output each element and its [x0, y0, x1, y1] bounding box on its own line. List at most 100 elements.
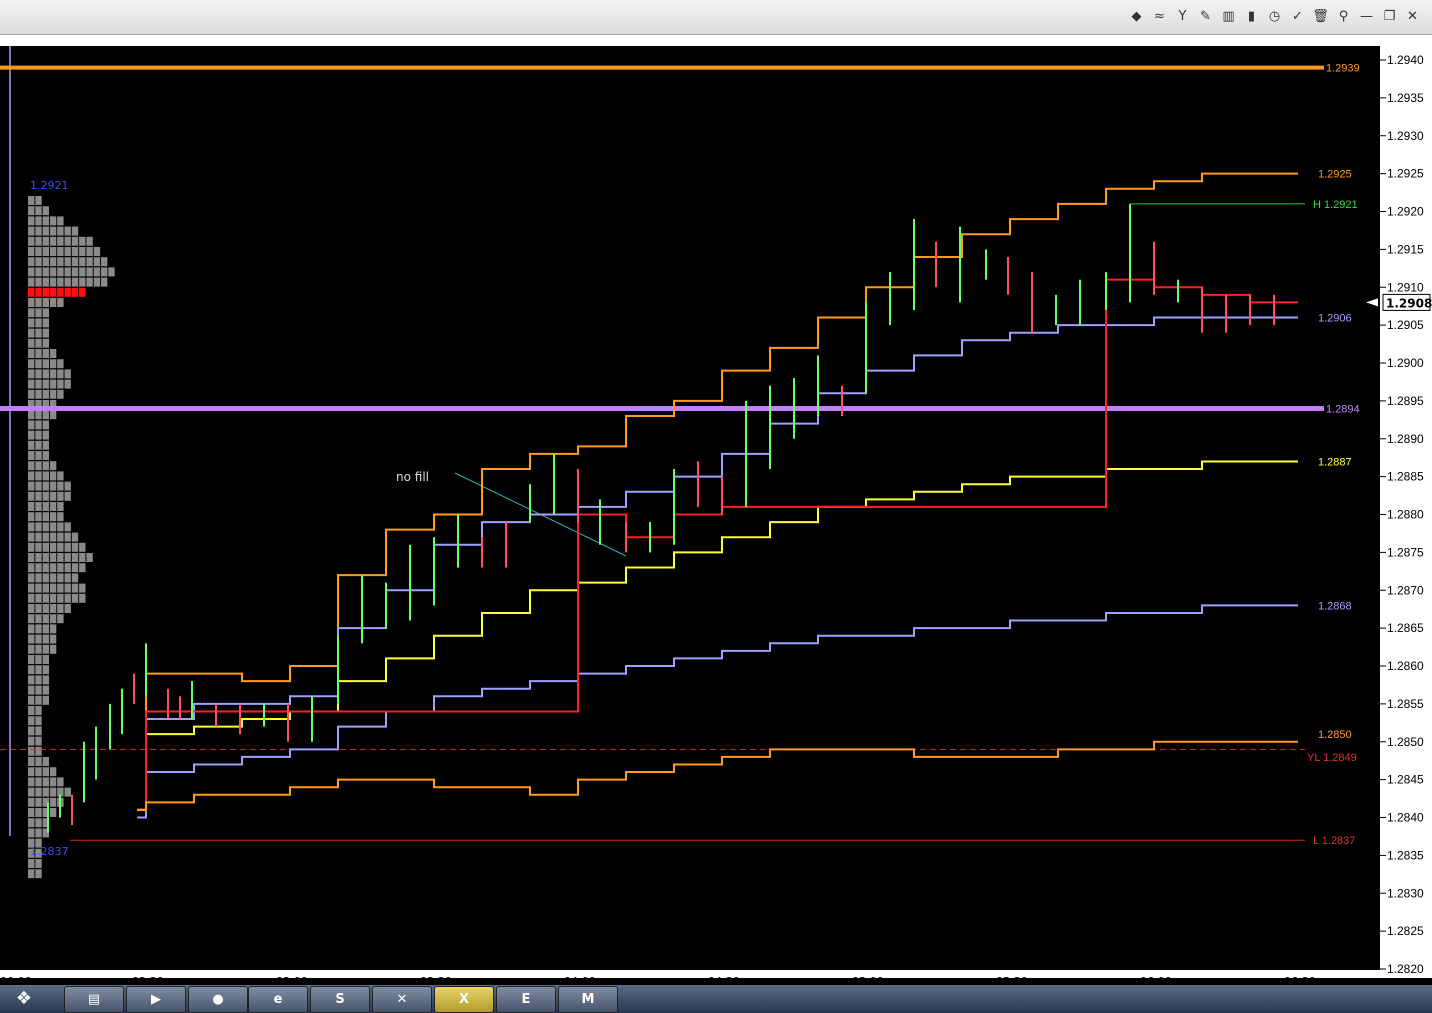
chart-tools-icon[interactable]: ◆: [1127, 7, 1146, 26]
profile-cell: [71, 257, 79, 267]
explorer-taskbar-button[interactable]: ▤: [64, 986, 124, 1013]
profile-cell: [35, 338, 42, 348]
trading-taskbar-button[interactable]: M: [558, 986, 618, 1013]
profile-cell: [28, 481, 35, 491]
profile-cell: [49, 502, 57, 511]
profile-cell: [93, 267, 101, 277]
profile-cell: [49, 512, 57, 522]
profile-cell: [35, 604, 42, 613]
label-lavender-lower: 1.2868: [1318, 600, 1352, 612]
profile-cell: [35, 716, 42, 726]
profile-cell: [79, 593, 86, 603]
profile-cell: [57, 553, 64, 562]
profile-cell: [49, 298, 57, 307]
profile-cell: [57, 277, 64, 287]
pencil-icon[interactable]: ✎: [1196, 7, 1215, 26]
profile-cell: [49, 553, 57, 562]
profile-cell: [57, 267, 64, 277]
profile-cell: [28, 216, 35, 226]
profile-cell: [28, 828, 35, 838]
profile-cell: [35, 593, 42, 603]
profile-cell: [49, 644, 57, 654]
skype-taskbar-button[interactable]: S: [310, 986, 370, 1013]
price-chart[interactable]: 1.2921 1.2837 no fill 1.2939 1.2925 H 1.2921…: [0, 46, 1432, 988]
price-tick-label: 1.2820: [1387, 962, 1424, 976]
profile-cell: [64, 369, 71, 379]
time-axis: 00:00 02:30 03:00 03:30 04:00 04:30 05:00 05:30…: [0, 970, 1380, 988]
profile-cell: [108, 267, 115, 277]
price-tick-label: 1.2860: [1387, 659, 1424, 673]
pin-icon[interactable]: ⚲: [1334, 7, 1353, 26]
profile-cell: [42, 318, 49, 328]
time-axis-background: [0, 970, 1380, 978]
profile-cell: [49, 389, 57, 399]
pitchfork-icon[interactable]: Y: [1173, 7, 1192, 26]
price-tick-label: 1.2910: [1387, 280, 1424, 294]
fan-icon[interactable]: ≈: [1150, 7, 1169, 26]
profile-cell: [64, 257, 71, 267]
profile-cell: [57, 369, 64, 379]
candle-icon[interactable]: ▮: [1242, 7, 1261, 26]
profile-cell: [64, 573, 71, 583]
profile-cell: [35, 665, 42, 675]
ie-taskbar-button[interactable]: e: [248, 986, 308, 1013]
profile-cell: [35, 787, 42, 797]
profile-cell: [42, 389, 49, 399]
profile-cell: [28, 389, 35, 399]
price-axis[interactable]: 1.2940 1.2935 1.2930 1.2925 1.2920 1.2915 1.29…: [1366, 46, 1432, 978]
profile-cell: [42, 226, 49, 236]
profile-cell: [35, 828, 42, 838]
profile-cell: [49, 359, 57, 369]
chart-panel[interactable]: 1.2921 1.2837 no fill 1.2939 1.2925 H 1.2921…: [0, 46, 1432, 988]
profile-cell: [57, 298, 64, 307]
label-orange-top: 1.2939: [1326, 63, 1360, 75]
profile-cell: [93, 277, 101, 287]
profile-cell: [42, 410, 49, 420]
profile-cell: [71, 593, 79, 603]
editor-taskbar-button[interactable]: E: [496, 986, 556, 1013]
checklist-icon[interactable]: ✓: [1288, 7, 1307, 26]
profile-cell: [42, 553, 49, 562]
profile-cell: [101, 277, 108, 287]
profile-cell: [57, 542, 64, 552]
profile-cell: [42, 440, 49, 450]
excel-taskbar-button[interactable]: X: [434, 986, 494, 1013]
profile-cell: [49, 614, 57, 624]
profile-cell: [28, 522, 35, 532]
clock-icon[interactable]: ◷: [1265, 7, 1284, 26]
profile-cell: [64, 522, 71, 532]
profile-cell: [49, 226, 57, 236]
profile-cell: [49, 369, 57, 379]
time-tick-label: 02:30: [132, 975, 164, 978]
bar-chart-icon[interactable]: ▥: [1219, 7, 1238, 26]
profile-cell: [28, 746, 35, 756]
profile-cell: [64, 277, 71, 287]
profile-cell: [28, 491, 35, 501]
profile-cell: [35, 767, 42, 777]
profile-cell: [71, 236, 79, 246]
profile-cell: [28, 726, 35, 736]
minimize-icon[interactable]: —: [1357, 7, 1376, 26]
profile-cell: [57, 573, 64, 583]
start-button[interactable]: ❖: [4, 985, 44, 1013]
app-taskbar-button[interactable]: ●: [188, 986, 248, 1013]
profile-low-label: 1.2837: [30, 845, 69, 858]
profile-cell: [64, 379, 71, 389]
label-yellow: 1.2887: [1318, 456, 1352, 468]
profile-cell: [42, 604, 49, 613]
close-icon[interactable]: ✕: [1403, 7, 1422, 26]
profile-cell: [35, 216, 42, 226]
profile-cell: [64, 604, 71, 613]
restore-icon[interactable]: ❐: [1380, 7, 1399, 26]
media-taskbar-button[interactable]: ▶: [126, 986, 186, 1013]
profile-cell: [64, 287, 71, 297]
volume-profile: 1.2921 1.2837 no fill: [9, 46, 627, 879]
profile-cell: [28, 379, 35, 389]
profile-cell: [42, 277, 49, 287]
app2-taskbar-button[interactable]: ✕: [372, 986, 432, 1013]
profile-cell: [42, 583, 49, 593]
profile-cell: [42, 634, 49, 644]
profile-cell: [28, 716, 35, 726]
profile-cell: [42, 655, 49, 664]
trash-icon[interactable]: 🗑: [1311, 7, 1330, 26]
